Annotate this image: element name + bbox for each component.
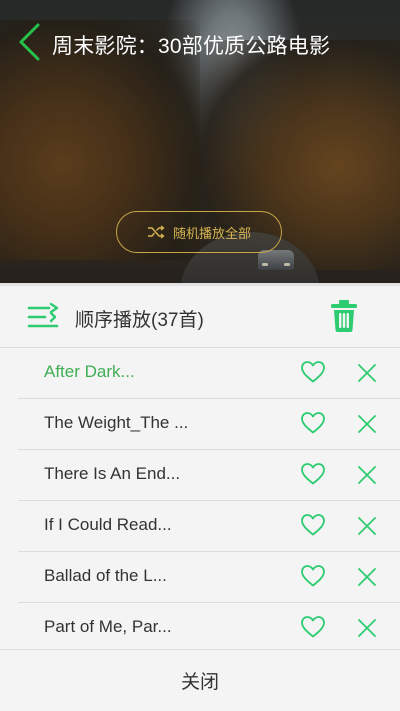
trash-icon	[331, 300, 357, 332]
close-icon	[358, 568, 376, 586]
shuffle-all-button[interactable]: 随机播放全部	[116, 211, 282, 253]
heart-icon	[301, 412, 325, 434]
play-mode-label: 顺序播放(37首)	[75, 310, 204, 331]
close-icon	[358, 415, 376, 433]
hero-banner: 周末影院：30部优质公路电影 随机播放全部	[0, 0, 400, 283]
remove-button[interactable]	[356, 362, 378, 384]
close-icon	[358, 466, 376, 484]
song-title: After Dark...	[44, 362, 135, 381]
list-item[interactable]: There Is An End...	[18, 450, 400, 501]
favorite-button[interactable]	[300, 360, 326, 386]
song-title: Ballad of the L...	[44, 566, 167, 585]
remove-button[interactable]	[356, 413, 378, 435]
list-item[interactable]: Part of Me, Par...	[18, 603, 400, 654]
close-button[interactable]: 关闭	[0, 649, 400, 711]
shuffle-icon	[147, 225, 165, 239]
favorite-button[interactable]	[300, 615, 326, 641]
remove-button[interactable]	[356, 515, 378, 537]
playlist-header: 顺序播放(37首)	[0, 286, 400, 348]
list-order-icon	[27, 302, 59, 328]
song-title: If I Could Read...	[44, 515, 172, 534]
remove-button[interactable]	[356, 566, 378, 588]
song-list: After Dark... The Weight_The ... There Is …	[0, 348, 400, 654]
remove-button[interactable]	[356, 617, 378, 639]
favorite-button[interactable]	[300, 564, 326, 590]
favorite-button[interactable]	[300, 462, 326, 488]
heart-icon	[301, 565, 325, 587]
close-icon	[358, 364, 376, 382]
shuffle-all-label: 随机播放全部	[172, 225, 251, 241]
page-title: 周末影院：30部优质公路电影	[52, 35, 331, 58]
song-title: Part of Me, Par...	[44, 617, 172, 636]
list-item[interactable]: The Weight_The ...	[18, 399, 400, 450]
close-label: 关闭	[180, 672, 219, 693]
list-item[interactable]: Ballad of the L...	[18, 552, 400, 603]
heart-icon	[301, 463, 325, 485]
play-mode-button[interactable]	[27, 302, 61, 332]
favorite-button[interactable]	[300, 411, 326, 437]
list-item[interactable]: If I Could Read...	[18, 501, 400, 552]
song-title: There Is An End...	[44, 464, 181, 483]
song-title: The Weight_The ...	[44, 413, 189, 432]
back-button[interactable]	[14, 22, 44, 62]
close-icon	[358, 517, 376, 535]
heart-icon	[301, 616, 325, 638]
favorite-button[interactable]	[300, 513, 326, 539]
close-icon	[358, 619, 376, 637]
heart-icon	[301, 361, 325, 383]
delete-all-button[interactable]	[328, 298, 360, 334]
remove-button[interactable]	[356, 464, 378, 486]
playlist-panel: 顺序播放(37首) After Dark... The Weight_The ..…	[0, 283, 400, 711]
chevron-left-icon	[19, 23, 40, 61]
list-item[interactable]: After Dark...	[18, 348, 400, 399]
heart-icon	[301, 514, 325, 536]
